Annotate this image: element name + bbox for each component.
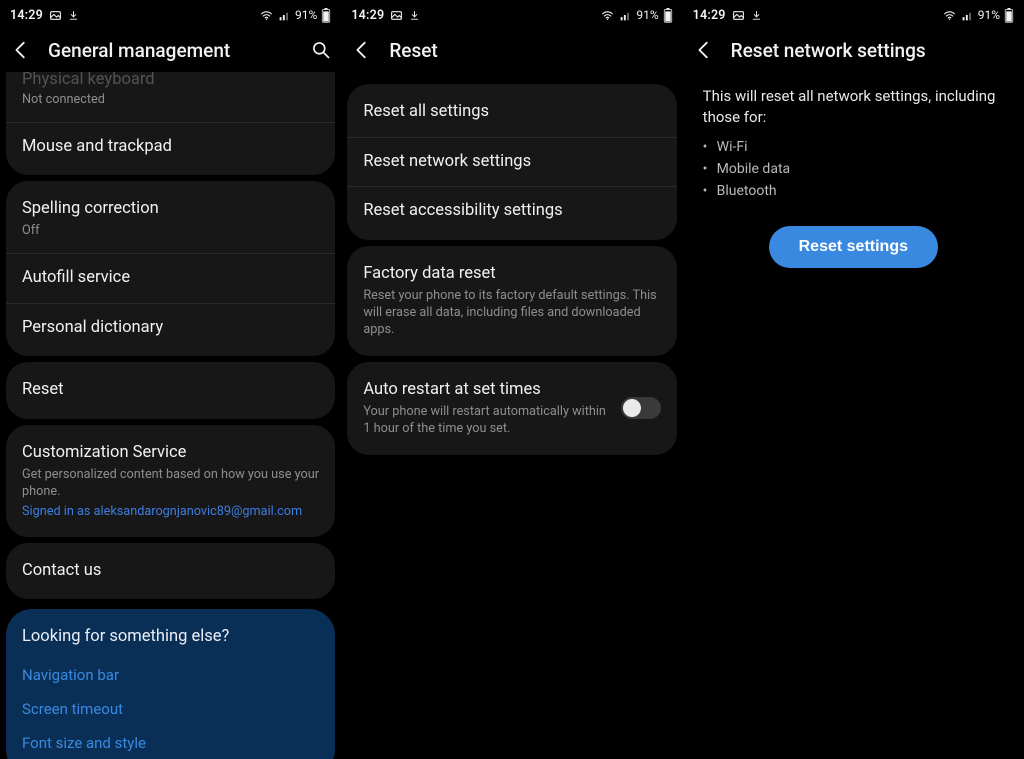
item-spelling-correction[interactable]: Spelling correction Off	[6, 185, 335, 254]
dictionary-label: Personal dictionary	[22, 318, 319, 339]
battery-percent: 91%	[295, 8, 317, 22]
item-physical-keyboard[interactable]: Physical keyboard Not connected	[6, 72, 335, 123]
autofill-label: Autofill service	[22, 268, 319, 289]
item-auto-restart[interactable]: Auto restart at set times Your phone wil…	[347, 366, 676, 451]
item-reset-network[interactable]: Reset network settings	[347, 138, 676, 188]
group-input-devices: Physical keyboard Not connected Mouse an…	[6, 72, 335, 175]
back-icon[interactable]	[351, 39, 373, 61]
link-navigation-bar[interactable]: Navigation bar	[22, 658, 319, 692]
group-contact: Contact us	[6, 543, 335, 600]
item-factory-reset[interactable]: Factory data reset Reset your phone to i…	[347, 250, 676, 352]
card-looking-for-else: Looking for something else? Navigation b…	[6, 609, 335, 759]
group-factory-reset: Factory data reset Reset your phone to i…	[347, 246, 676, 356]
item-reset-all[interactable]: Reset all settings	[347, 88, 676, 138]
image-icon	[732, 9, 745, 22]
reset-accessibility-label: Reset accessibility settings	[363, 201, 660, 222]
link-screen-timeout[interactable]: Screen timeout	[22, 692, 319, 726]
back-icon[interactable]	[693, 39, 715, 61]
download-icon	[751, 9, 762, 22]
link-font-size-style[interactable]: Font size and style	[22, 726, 319, 759]
image-icon	[49, 9, 62, 22]
bullet-mobile-data: Mobile data	[703, 158, 1004, 180]
customization-sub: Get personalized content based on how yo…	[22, 466, 319, 500]
battery-percent: 91%	[636, 8, 658, 22]
battery-icon	[1004, 8, 1014, 23]
wifi-icon	[600, 9, 615, 22]
wifi-icon	[259, 9, 274, 22]
reset-description: This will reset all network settings, in…	[683, 72, 1024, 136]
screen-general-management: 14:29 91%	[0, 0, 341, 759]
mouse-trackpad-label: Mouse and trackpad	[22, 137, 319, 158]
battery-icon	[321, 8, 331, 23]
download-icon	[68, 9, 79, 22]
group-text-services: Spelling correction Off Autofill service…	[6, 181, 335, 356]
spelling-label: Spelling correction	[22, 199, 319, 220]
status-time: 14:29	[693, 8, 726, 23]
signal-icon	[961, 9, 974, 22]
download-icon	[409, 9, 420, 22]
reset-all-label: Reset all settings	[363, 102, 660, 123]
reset-settings-button[interactable]: Reset settings	[769, 226, 938, 268]
card-title: Looking for something else?	[22, 627, 319, 646]
item-mouse-trackpad[interactable]: Mouse and trackpad	[6, 123, 335, 172]
app-header: Reset network settings	[683, 28, 1024, 72]
group-customization: Customization Service Get personalized c…	[6, 425, 335, 537]
contact-label: Contact us	[22, 561, 319, 582]
battery-percent: 91%	[978, 8, 1000, 22]
item-personal-dictionary[interactable]: Personal dictionary	[6, 304, 335, 353]
item-reset[interactable]: Reset	[6, 366, 335, 415]
page-title: Reset network settings	[731, 39, 1014, 62]
customization-signed-in: Signed in as aleksandarognjanovic89@gmai…	[22, 504, 319, 519]
status-bar: 14:29 91%	[341, 0, 682, 28]
signal-icon	[278, 9, 291, 22]
screen-reset-network: 14:29 91%	[683, 0, 1024, 759]
physical-keyboard-label: Physical keyboard	[22, 72, 319, 89]
item-autofill-service[interactable]: Autofill service	[6, 254, 335, 304]
app-header: General management	[0, 28, 341, 72]
customization-label: Customization Service	[22, 443, 319, 464]
screen-reset: 14:29 91%	[341, 0, 682, 759]
page-title: General management	[48, 39, 287, 62]
status-bar: 14:29 91%	[0, 0, 341, 28]
factory-label: Factory data reset	[363, 264, 660, 285]
battery-icon	[663, 8, 673, 23]
item-reset-accessibility[interactable]: Reset accessibility settings	[347, 187, 676, 236]
bullet-wifi: Wi-Fi	[703, 136, 1004, 158]
auto-restart-label: Auto restart at set times	[363, 380, 608, 401]
factory-sub: Reset your phone to its factory default …	[363, 287, 660, 338]
physical-keyboard-sub: Not connected	[22, 91, 319, 108]
status-bar: 14:29 91%	[683, 0, 1024, 28]
search-icon[interactable]	[303, 40, 331, 60]
signal-icon	[619, 9, 632, 22]
app-header: Reset	[341, 28, 682, 72]
item-customization-service[interactable]: Customization Service Get personalized c…	[6, 429, 335, 533]
reset-label: Reset	[22, 380, 319, 401]
status-time: 14:29	[10, 8, 43, 23]
group-auto-restart: Auto restart at set times Your phone wil…	[347, 362, 676, 455]
reset-bullet-list: Wi-Fi Mobile data Bluetooth	[683, 136, 1024, 202]
status-time: 14:29	[351, 8, 384, 23]
bullet-bluetooth: Bluetooth	[703, 180, 1004, 202]
wifi-icon	[942, 9, 957, 22]
auto-restart-sub: Your phone will restart automatically wi…	[363, 403, 608, 437]
image-icon	[390, 9, 403, 22]
back-icon[interactable]	[10, 39, 32, 61]
auto-restart-toggle[interactable]	[621, 397, 661, 419]
group-reset-options: Reset all settings Reset network setting…	[347, 84, 676, 240]
page-title: Reset	[389, 39, 672, 62]
item-contact-us[interactable]: Contact us	[6, 547, 335, 596]
group-reset: Reset	[6, 362, 335, 419]
reset-network-label: Reset network settings	[363, 152, 660, 173]
spelling-sub: Off	[22, 222, 319, 239]
